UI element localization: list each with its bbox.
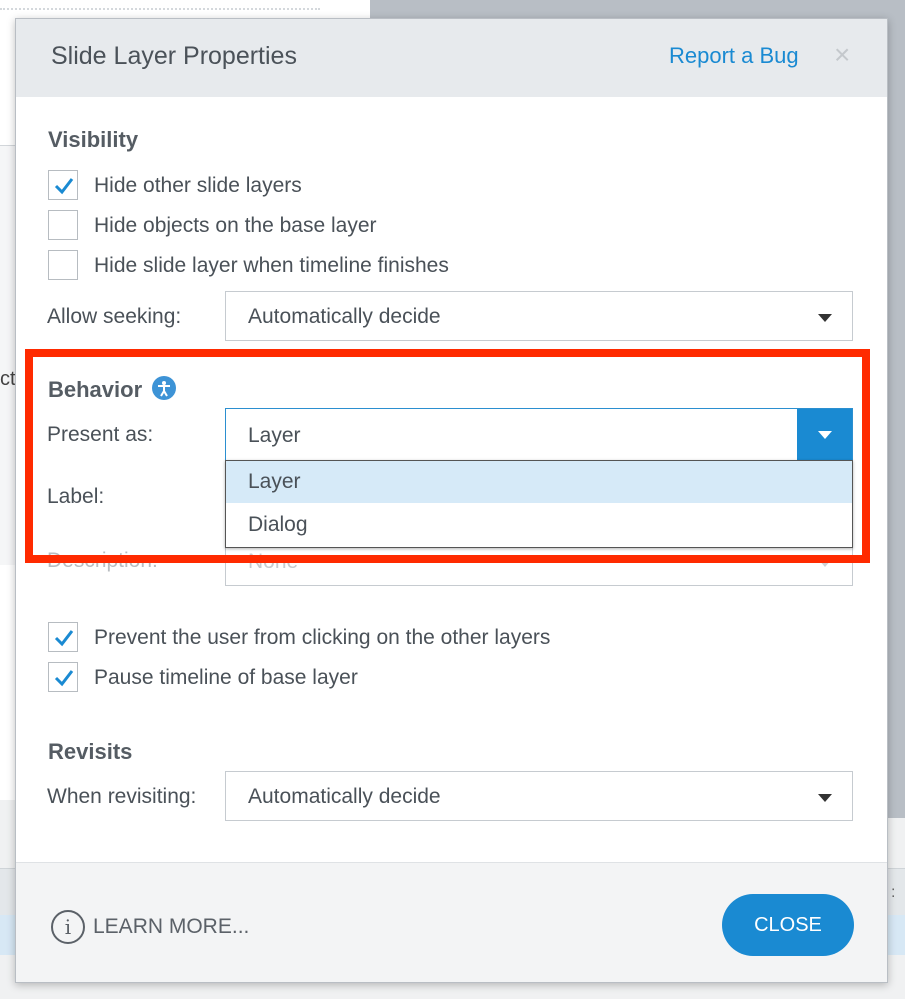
checkmark-icon	[54, 630, 74, 647]
dropdown-option-layer[interactable]: Layer	[226, 461, 852, 503]
dropdown-button[interactable]	[797, 409, 852, 460]
pause-timeline-checkbox[interactable]	[48, 662, 78, 692]
prevent-clicking-checkbox[interactable]	[48, 622, 78, 652]
description-label: Description:	[47, 549, 158, 572]
present-as-label: Present as:	[47, 423, 154, 446]
checkmark-icon	[54, 178, 74, 195]
description-value: None	[248, 550, 299, 573]
hide-other-layers-label[interactable]: Hide other slide layers	[94, 174, 302, 198]
chevron-down-icon	[818, 559, 832, 567]
background-text: ct	[0, 368, 16, 390]
hide-base-objects-checkbox[interactable]	[48, 210, 78, 240]
chevron-down-icon	[818, 794, 832, 802]
report-bug-link[interactable]: Report a Bug	[669, 43, 799, 69]
allow-seeking-label: Allow seeking:	[47, 305, 182, 328]
dialog-footer: i LEARN MORE... CLOSE	[16, 862, 887, 982]
hide-when-finished-label[interactable]: Hide slide layer when timeline finishes	[94, 254, 449, 278]
checkmark-icon	[54, 670, 74, 687]
when-revisiting-value: Automatically decide	[248, 785, 441, 808]
revisits-heading: Revisits	[48, 739, 133, 764]
dropdown-option-dialog[interactable]: Dialog	[226, 504, 852, 546]
when-revisiting-label: When revisiting:	[47, 785, 197, 808]
present-as-value: Layer	[248, 424, 301, 447]
dialog-title: Slide Layer Properties	[51, 42, 297, 70]
present-as-dropdown-list: Layer Dialog	[225, 460, 853, 548]
allow-seeking-value: Automatically decide	[248, 305, 441, 328]
close-icon[interactable]: ×	[834, 39, 850, 71]
background-right-strip	[888, 18, 905, 818]
allow-seeking-select[interactable]: Automatically decide	[225, 291, 853, 341]
dialog-header: Slide Layer Properties Report a Bug ×	[16, 19, 887, 97]
pause-timeline-label[interactable]: Pause timeline of base layer	[94, 666, 358, 690]
chevron-down-icon	[818, 431, 832, 439]
slide-layer-properties-dialog: Slide Layer Properties Report a Bug × Vi…	[15, 18, 888, 983]
label-field-label: Label:	[47, 485, 105, 508]
info-icon[interactable]: i	[51, 910, 85, 944]
prevent-clicking-label[interactable]: Prevent the user from clicking on the ot…	[94, 626, 550, 650]
accessibility-icon[interactable]	[152, 376, 176, 400]
hide-base-objects-label[interactable]: Hide objects on the base layer	[94, 214, 377, 238]
close-button[interactable]: CLOSE	[722, 894, 854, 956]
hide-when-finished-checkbox[interactable]	[48, 250, 78, 280]
chevron-down-icon	[818, 314, 832, 322]
visibility-heading: Visibility	[48, 127, 139, 152]
background-divider	[0, 8, 320, 10]
learn-more-link[interactable]: LEARN MORE...	[93, 915, 249, 939]
behavior-heading: Behavior	[48, 377, 143, 402]
present-as-select[interactable]: Layer	[225, 408, 853, 461]
when-revisiting-select[interactable]: Automatically decide	[225, 771, 853, 821]
background-toolbar	[370, 0, 905, 18]
background-handle[interactable]: :	[891, 884, 895, 902]
hide-other-layers-checkbox[interactable]	[48, 170, 78, 200]
